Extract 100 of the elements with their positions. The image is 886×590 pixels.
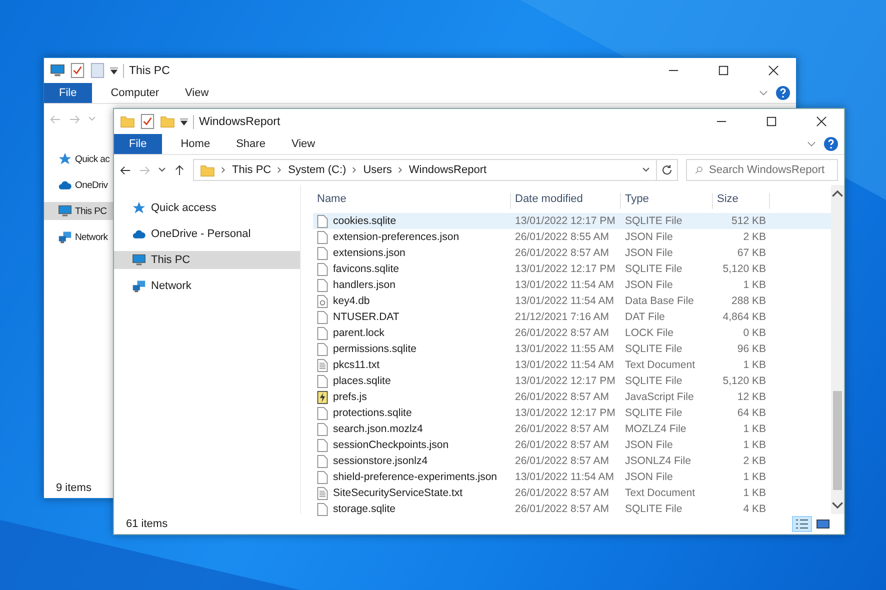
navigation-item[interactable]: This PC bbox=[114, 251, 300, 269]
file-row[interactable]: pkcs11.txt 13/01/2022 11:54 AM Text Document 1 KB bbox=[313, 357, 831, 373]
navigation-item[interactable]: This PC bbox=[44, 202, 114, 220]
column-header[interactable]: Size bbox=[713, 193, 770, 209]
breadcrumb-item[interactable]: System (C:) bbox=[288, 164, 346, 176]
file-name: key4.db bbox=[333, 295, 370, 307]
date-cell-text: 13/01/2022 11:54 AM bbox=[514, 295, 616, 307]
file-menu-tab[interactable]: File bbox=[44, 83, 92, 103]
date-cell-text: 26/01/2022 8:57 AM bbox=[514, 487, 610, 499]
file-row[interactable]: cookies.sqlite 13/01/2022 12:17 PM SQLITE File 512 KB bbox=[313, 213, 831, 229]
navigation-item[interactable]: Quick ac bbox=[44, 150, 114, 168]
refresh-icon bbox=[661, 164, 673, 176]
file-row[interactable]: permissions.sqlite 13/01/2022 11:55 AM SQLITE File 96 KB bbox=[313, 341, 831, 357]
breadcrumb-item[interactable]: Users bbox=[363, 164, 392, 176]
monitor-icon bbox=[50, 63, 65, 78]
checklist-icon[interactable] bbox=[140, 114, 155, 129]
ribbon-tab[interactable]: View bbox=[172, 83, 222, 103]
file-row[interactable]: SiteSecurityServiceState.txt 26/01/2022 8:57 AM Text Document 1 KB bbox=[313, 485, 831, 501]
chevron-down-icon[interactable] bbox=[642, 167, 650, 173]
type-cell-text: SQLITE File bbox=[624, 263, 684, 275]
type-cell-text: SQLITE File bbox=[624, 407, 684, 419]
file-icon bbox=[317, 406, 328, 420]
file-row[interactable]: prefs.js 26/01/2022 8:57 AM JavaScript File 12 KB bbox=[313, 389, 831, 405]
file-name: extension-preferences.json bbox=[333, 231, 460, 243]
ribbon-tab[interactable]: Home bbox=[168, 134, 224, 154]
scrollbar[interactable] bbox=[831, 185, 844, 514]
address-bar[interactable]: This PC System (C:) Users WindowsReport bbox=[193, 159, 657, 181]
date-cell-text: 13/01/2022 12:17 PM bbox=[514, 215, 616, 227]
date-cell-text: 13/01/2022 11:54 AM bbox=[514, 279, 616, 291]
file-row[interactable]: shield-preference-experiments.json 13/01/2022 11:54 AM JSON File 1 KB bbox=[313, 469, 831, 485]
scrollbar-thumb[interactable] bbox=[833, 391, 842, 490]
file-row[interactable]: extensions.json 26/01/2022 8:57 AM JSON File 67 KB bbox=[313, 245, 831, 261]
column-header[interactable]: Name bbox=[313, 193, 511, 209]
navigation-item[interactable]: OneDriv bbox=[44, 176, 114, 194]
checklist-icon[interactable] bbox=[70, 63, 85, 78]
file-icon bbox=[317, 214, 328, 228]
column-header[interactable]: Type bbox=[621, 193, 713, 209]
search-field[interactable]: Search WindowsReport bbox=[686, 159, 838, 181]
breadcrumb-item[interactable]: This PC bbox=[232, 164, 272, 176]
file-row[interactable]: places.sqlite 13/01/2022 12:17 PM SQLITE File 5,120 KB bbox=[313, 373, 831, 389]
file-name: SiteSecurityServiceState.txt bbox=[333, 487, 463, 499]
breadcrumb-item[interactable]: WindowsReport bbox=[408, 164, 487, 176]
size-cell-text: 2 KB bbox=[742, 231, 767, 243]
type-cell-text: JSON File bbox=[624, 471, 674, 483]
file-row[interactable]: protections.sqlite 13/01/2022 12:17 PM SQLITE File 64 KB bbox=[313, 405, 831, 421]
navigation-item[interactable]: Network bbox=[114, 277, 300, 295]
navigation-item[interactable]: Quick access bbox=[114, 199, 300, 217]
dropdown-arrow-icon[interactable] bbox=[110, 66, 118, 74]
type-cell-text: JSON File bbox=[624, 439, 674, 451]
type-cell-text: MOZLZ4 File bbox=[624, 423, 688, 435]
dropdown-arrow-icon[interactable] bbox=[180, 118, 188, 126]
navigation-item[interactable]: Network bbox=[44, 228, 114, 246]
type-cell-text: SQLITE File bbox=[624, 503, 684, 515]
details-view-icon[interactable] bbox=[793, 517, 811, 531]
help-icon[interactable] bbox=[824, 137, 838, 151]
file-icon bbox=[317, 230, 328, 244]
file-row[interactable]: search.json.mozlz4 26/01/2022 8:57 AM MOZLZ4 File 1 KB bbox=[313, 421, 831, 437]
file-name: sessionCheckpoints.json bbox=[333, 439, 449, 451]
file-row[interactable]: key4.db 13/01/2022 11:54 AM Data Base File 288 KB bbox=[313, 293, 831, 309]
column-header[interactable]: Date modified bbox=[511, 193, 621, 209]
ribbon-tab[interactable]: View bbox=[278, 134, 328, 154]
chevron-down-icon[interactable] bbox=[158, 167, 166, 173]
up-arrow-icon[interactable] bbox=[174, 164, 185, 176]
file-row[interactable]: storage.sqlite 26/01/2022 8:57 AM SQLITE File 4 KB bbox=[313, 501, 831, 517]
text-document-icon bbox=[317, 486, 328, 500]
ribbon-tab[interactable]: Computer bbox=[98, 83, 172, 103]
chevron-right-icon[interactable] bbox=[221, 166, 226, 174]
help-icon[interactable] bbox=[776, 86, 790, 100]
file-menu-tab[interactable]: File bbox=[114, 134, 162, 154]
date-cell-text: 26/01/2022 8:57 AM bbox=[514, 439, 610, 451]
file-row[interactable]: sessionstore.jsonlz4 26/01/2022 8:57 AM JSONLZ4 File 2 KB bbox=[313, 453, 831, 469]
file-icon bbox=[317, 454, 328, 468]
chevron-right-icon[interactable] bbox=[398, 166, 403, 174]
size-cell-text: 1 KB bbox=[742, 279, 767, 291]
date-cell-text: 13/01/2022 11:54 AM bbox=[514, 471, 616, 483]
file-row[interactable]: favicons.sqlite 13/01/2022 12:17 PM SQLITE File 5,120 KB bbox=[313, 261, 831, 277]
file-row[interactable]: sessionCheckpoints.json 26/01/2022 8:57 AM JSON File 1 KB bbox=[313, 437, 831, 453]
file-icon bbox=[317, 374, 328, 388]
size-cell-text: 12 KB bbox=[736, 391, 767, 403]
navigation-item[interactable]: OneDrive - Personal bbox=[114, 225, 300, 243]
date-cell-text: 13/01/2022 12:17 PM bbox=[514, 263, 616, 275]
file-icon bbox=[317, 342, 328, 356]
ribbon-tab[interactable]: Share bbox=[223, 134, 278, 154]
back-arrow-icon[interactable] bbox=[120, 164, 131, 176]
file-row[interactable]: NTUSER.DAT 21/12/2021 7:16 AM DAT File 4,864 KB bbox=[313, 309, 831, 325]
file-icon bbox=[317, 246, 328, 260]
file-name: storage.sqlite bbox=[333, 503, 396, 515]
file-row[interactable]: parent.lock 26/01/2022 8:57 AM LOCK File 0 KB bbox=[313, 325, 831, 341]
file-row[interactable]: extension-preferences.json 26/01/2022 8:55 AM JSON File 2 KB bbox=[313, 229, 831, 245]
chevron-down-icon[interactable] bbox=[759, 90, 768, 96]
large-icons-view-icon[interactable] bbox=[814, 517, 832, 531]
type-cell-text: SQLITE File bbox=[624, 215, 684, 227]
item-count: 61 items bbox=[126, 518, 168, 530]
type-cell-text: JSON File bbox=[624, 279, 674, 291]
refresh-button[interactable] bbox=[656, 159, 678, 181]
chevron-down-icon[interactable] bbox=[807, 141, 816, 147]
chevron-right-icon[interactable] bbox=[277, 166, 282, 174]
chevron-right-icon[interactable] bbox=[352, 166, 358, 174]
type-cell-text: Text Document bbox=[624, 487, 696, 499]
file-row[interactable]: handlers.json 13/01/2022 11:54 AM JSON File 1 KB bbox=[313, 277, 831, 293]
